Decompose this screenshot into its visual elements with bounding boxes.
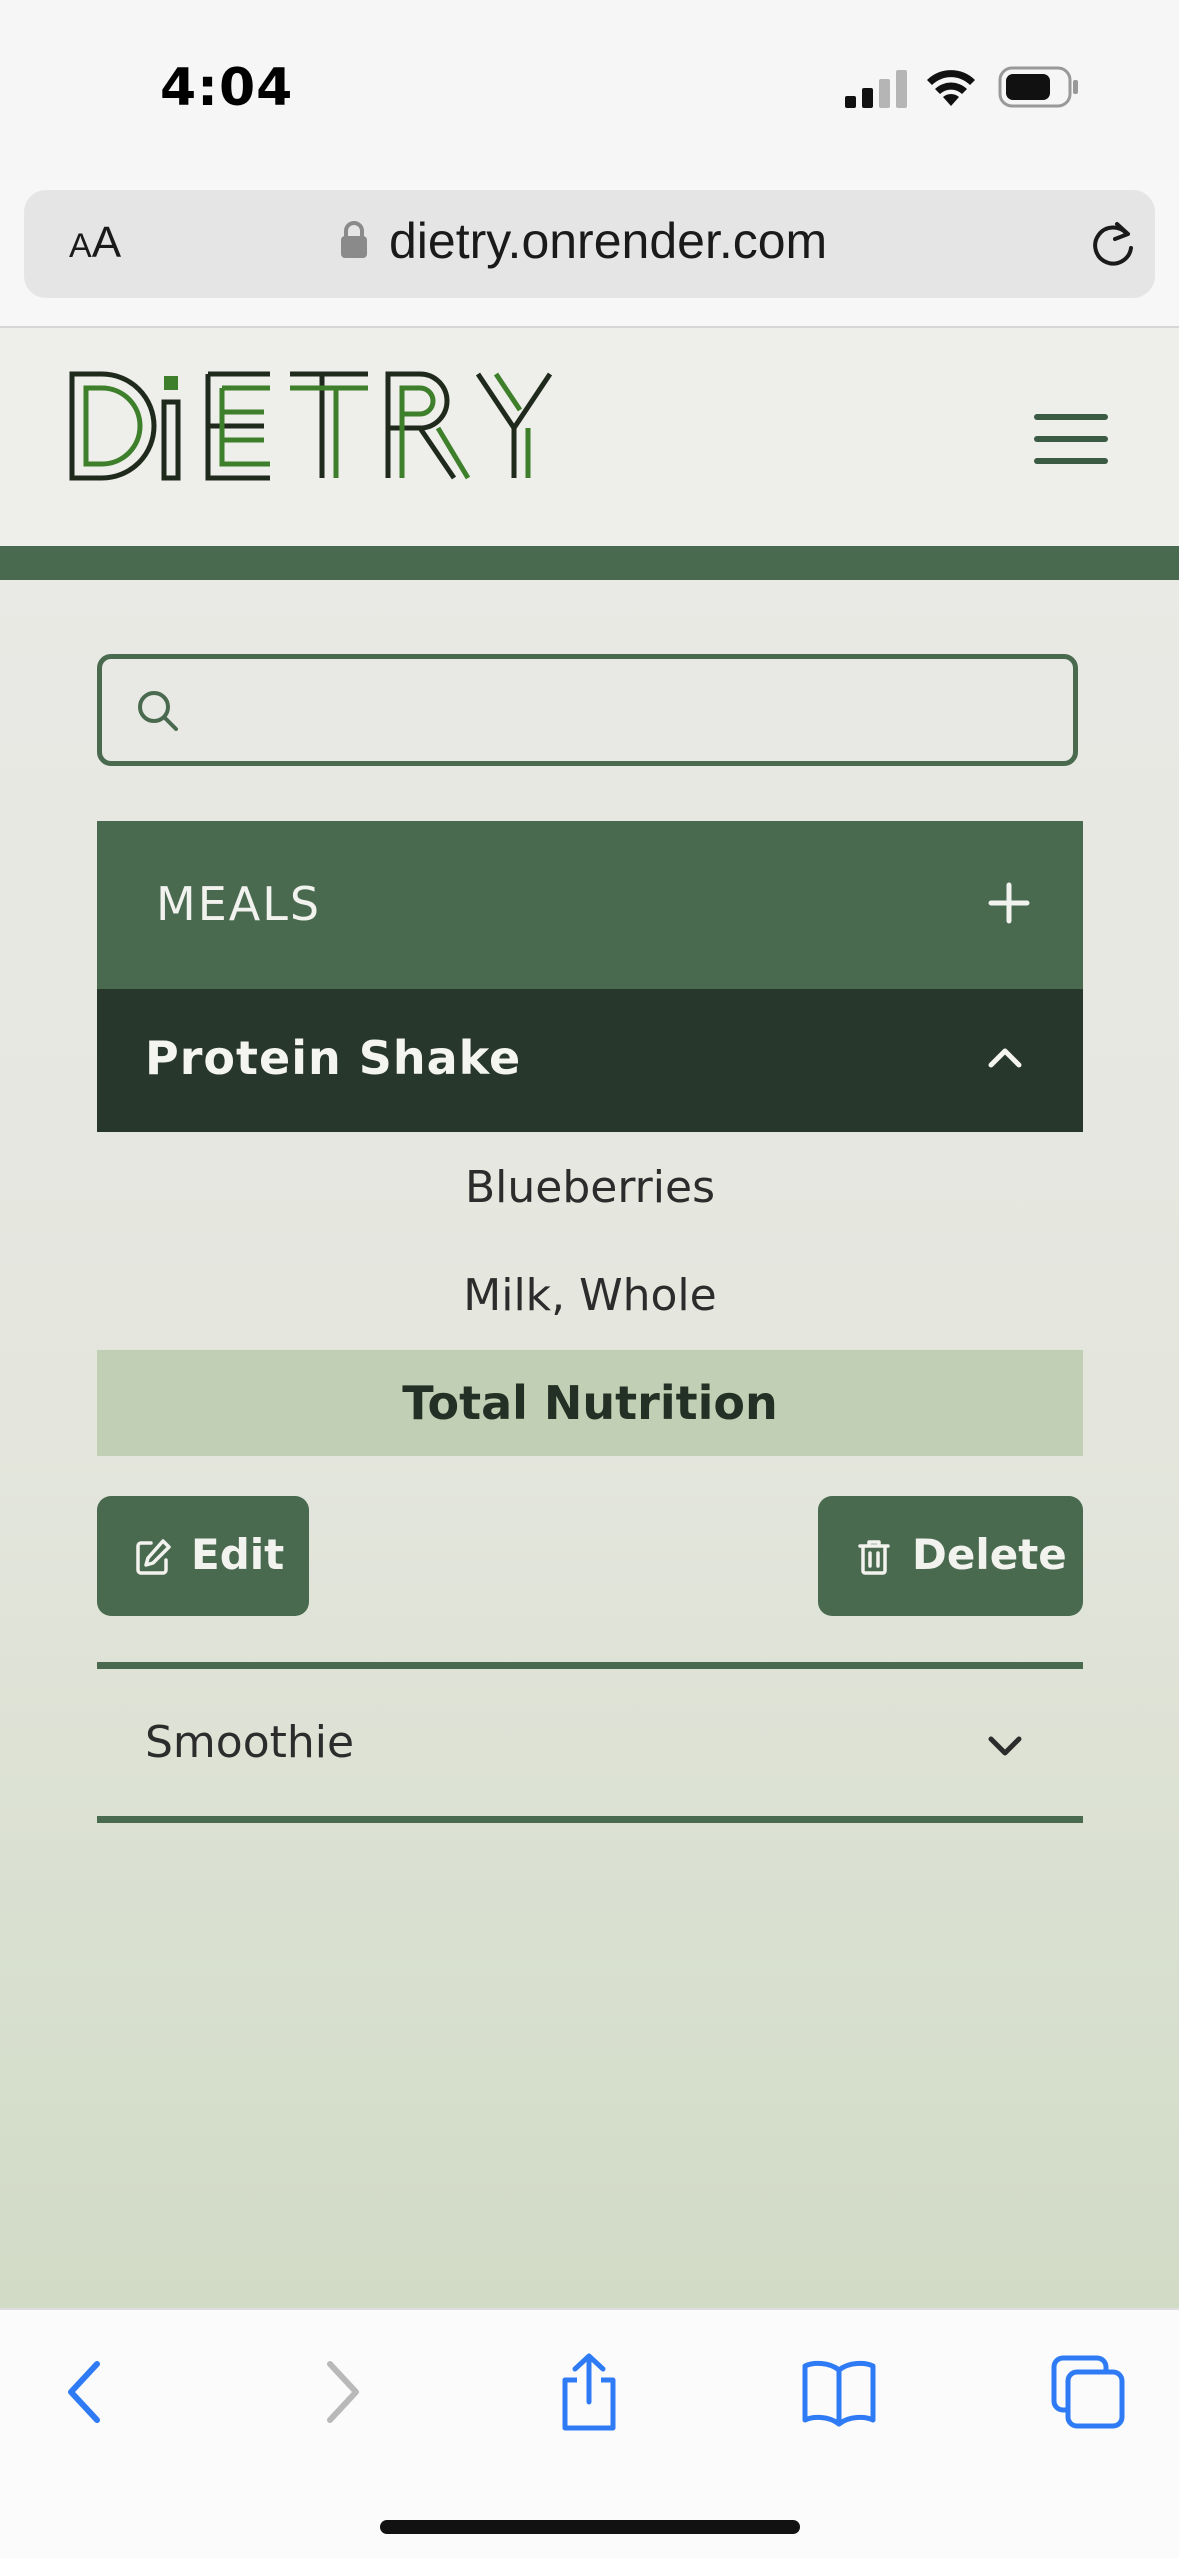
meals-section-header: MEALS (97, 821, 1083, 989)
bookmarks-icon[interactable] (799, 2352, 879, 2432)
meals-section-title: MEALS (156, 877, 322, 931)
delete-button-label: Delete (912, 1530, 1067, 1579)
edit-button[interactable]: Edit (97, 1496, 309, 1616)
site-header (0, 328, 1179, 546)
edit-button-label: Edit (191, 1530, 285, 1579)
text-size-large-a: A (91, 218, 122, 267)
search-box[interactable] (97, 654, 1078, 766)
status-bar: 4:04 (0, 0, 1179, 180)
add-meal-plus-icon[interactable] (987, 881, 1031, 925)
trash-icon (858, 1540, 890, 1575)
home-indicator (380, 2520, 800, 2534)
browser-toolbar (0, 2308, 1179, 2558)
share-icon[interactable] (549, 2352, 629, 2432)
ingredient-item: Milk, Whole (463, 1270, 717, 1321)
hamburger-menu-icon[interactable] (1034, 414, 1108, 464)
lock-icon (341, 221, 367, 258)
search-input[interactable] (202, 669, 1056, 753)
main-content: MEALS Protein Shake Blueberries Milk, Wh… (0, 580, 1179, 2308)
reload-icon[interactable] (1087, 218, 1139, 270)
meal-accordion-header-smoothie[interactable]: Smoothie (97, 1669, 1083, 1819)
total-nutrition-button[interactable]: Total Nutrition (97, 1350, 1083, 1456)
address-bar[interactable]: AA dietry.onrender.com (24, 190, 1155, 298)
meal-accordion-header-protein-shake[interactable]: Protein Shake (97, 989, 1083, 1132)
tabs-icon[interactable] (1048, 2352, 1128, 2432)
text-size-small-a: A (69, 227, 92, 265)
delete-button[interactable]: Delete (818, 1496, 1083, 1616)
forward-icon (327, 2361, 359, 2423)
meal-name: Protein Shake (145, 1031, 522, 1085)
battery-icon (998, 66, 1078, 108)
edit-icon (136, 1539, 171, 1575)
meal-name: Smoothie (145, 1717, 355, 1768)
header-accent-bar (0, 546, 1179, 580)
wifi-icon (927, 70, 975, 106)
chevron-up-icon[interactable] (987, 1043, 1023, 1071)
back-icon[interactable] (47, 2352, 127, 2432)
dietry-logo[interactable] (68, 370, 554, 482)
status-time: 4:04 (160, 58, 294, 118)
chevron-down-icon[interactable] (987, 1733, 1023, 1761)
ingredient-item: Blueberries (465, 1162, 715, 1213)
url-text[interactable]: dietry.onrender.com (389, 212, 827, 270)
text-size-button[interactable]: AA (69, 218, 121, 268)
search-icon (138, 691, 178, 731)
cellular-signal-icon (845, 70, 907, 108)
meal-divider (97, 1816, 1083, 1823)
meal-divider (97, 1662, 1083, 1669)
